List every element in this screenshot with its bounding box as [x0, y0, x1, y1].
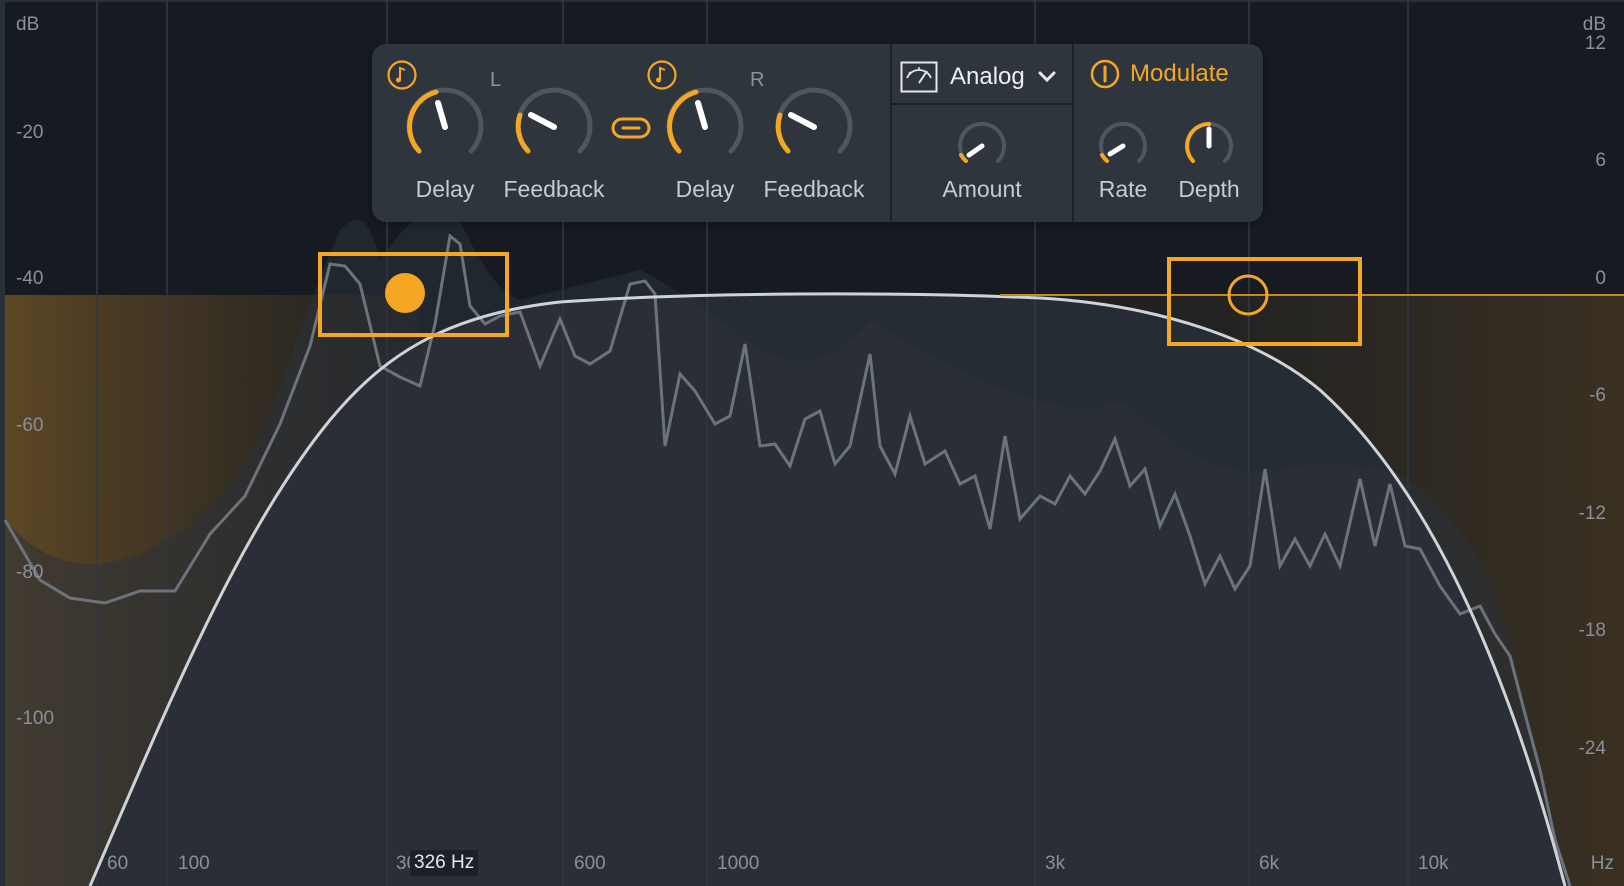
rate-knob[interactable]	[1098, 121, 1148, 171]
amount-label: Amount	[942, 176, 1022, 202]
right-channel-label: R	[750, 69, 765, 91]
freq-tick: 600	[574, 853, 606, 874]
left-axis-tick: -80	[16, 562, 44, 583]
freq-tick: 100	[178, 853, 210, 874]
note-icon	[647, 60, 677, 90]
mode-divider	[892, 103, 1072, 105]
mode-selected-value: Analog	[950, 63, 1025, 90]
left-axis-tick: -60	[16, 415, 44, 436]
left-feedback-label: Feedback	[503, 176, 605, 202]
modulate-label: Modulate	[1130, 60, 1229, 87]
top-border	[0, 0, 1624, 2]
right-axis-tick: 12	[1584, 33, 1606, 54]
depth-label: Depth	[1178, 176, 1240, 202]
chevron-down-icon	[1038, 71, 1056, 83]
left-axis-tick: -100	[16, 708, 55, 729]
modulate-toggle[interactable]: Modulate	[1090, 59, 1229, 89]
right-axis-tick: 0	[1595, 268, 1606, 289]
right-feedback-knob[interactable]	[774, 87, 854, 167]
freq-tick: 3k	[1045, 853, 1066, 874]
freq-tick: 10k	[1418, 853, 1449, 874]
mode-dropdown[interactable]: Analog	[900, 59, 1057, 95]
right-axis-tick: 6	[1595, 150, 1606, 171]
freq-tick: 6k	[1259, 853, 1280, 874]
right-axis-tick: -18	[1578, 620, 1606, 641]
freq-axis-unit: Hz	[1590, 853, 1614, 874]
low-cut-handle-icon	[385, 273, 425, 313]
right-axis-tick: -12	[1578, 503, 1606, 524]
amount-knob[interactable]	[957, 121, 1007, 171]
right-axis-tick: -24	[1578, 738, 1606, 759]
spectrum-display[interactable]: dB -20 -40 -60 -80 -100 dB 12 6 0 -6 -12…	[0, 0, 1624, 886]
right-sync-button[interactable]	[647, 60, 677, 90]
depth-knob[interactable]	[1184, 121, 1234, 171]
freq-tick: 60	[107, 853, 129, 874]
right-feedback-label: Feedback	[763, 176, 865, 202]
link-icon[interactable]	[611, 116, 651, 140]
left-delay-knob[interactable]	[405, 87, 485, 167]
high-cut-handle-box[interactable]	[1167, 257, 1362, 346]
left-sync-button[interactable]	[387, 60, 417, 90]
left-feedback-knob[interactable]	[514, 87, 594, 167]
left-border	[0, 0, 5, 886]
left-axis-tick: -40	[16, 268, 44, 289]
left-axis-tick: -20	[16, 122, 44, 143]
left-axis-unit: dB	[16, 14, 40, 35]
low-cut-handle-box[interactable]	[318, 252, 509, 337]
cursor-frequency-readout: 326 Hz	[410, 850, 479, 876]
high-cut-handle-icon	[1227, 274, 1269, 316]
delay-control-panel: L Delay Feedback R Delay Feedback Analog…	[372, 44, 1263, 222]
left-channel-label: L	[490, 69, 502, 91]
power-icon	[1090, 59, 1120, 89]
right-delay-knob[interactable]	[665, 87, 745, 167]
note-icon	[387, 60, 417, 90]
right-axis-tick: -6	[1589, 385, 1606, 406]
freq-tick: 1000	[717, 853, 760, 874]
panel-divider	[890, 44, 892, 222]
analog-meter-icon	[900, 61, 938, 93]
